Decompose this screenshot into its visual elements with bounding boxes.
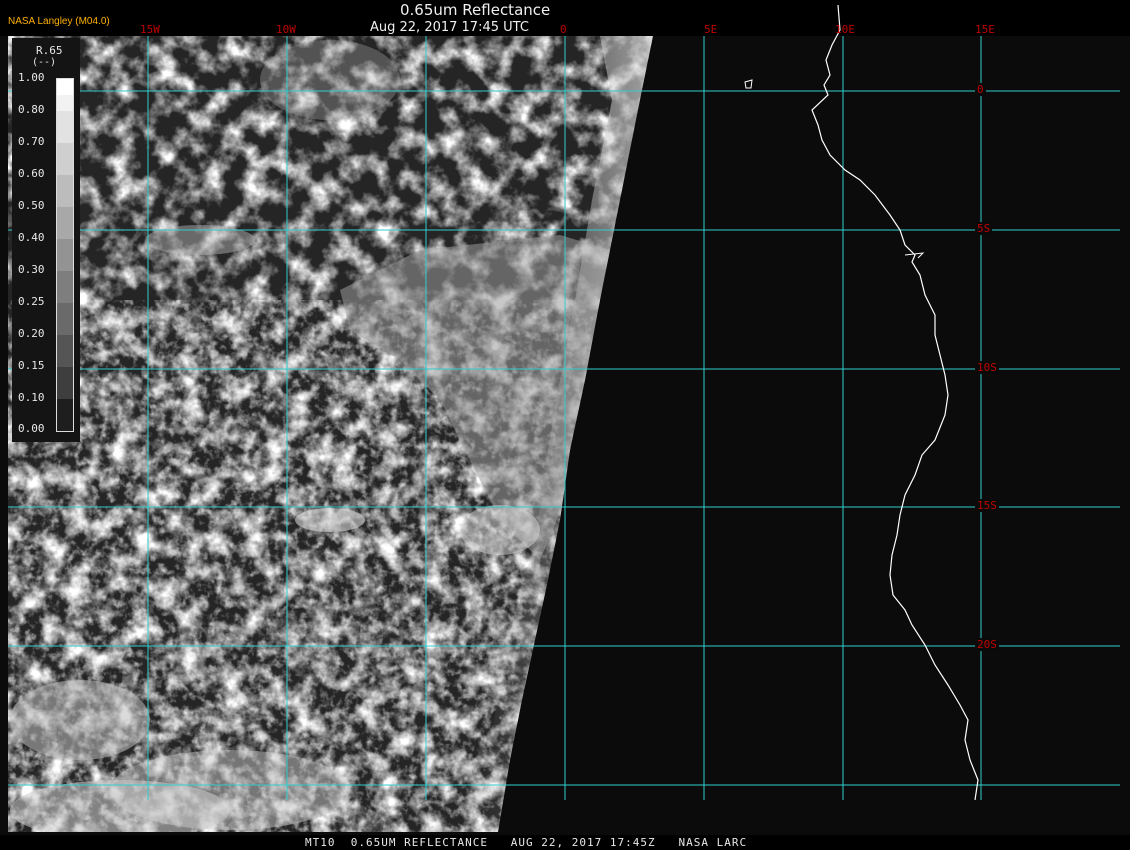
lat-label-0: 0 [975,83,986,96]
satellite-map[interactable] [0,0,1130,850]
legend-tick: 0.80 [18,103,45,116]
colorbar [56,78,74,432]
legend-tick: 0.15 [18,359,45,372]
footer-bar: MT10 0.65UM REFLECTANCE AUG 22, 2017 17:… [0,835,1130,850]
legend-tick: 1.00 [18,71,45,84]
legend-tick: 0.70 [18,135,45,148]
color-legend: R.65 (--) 1.00 0.80 0.70 0.60 0.50 0.40 … [12,38,80,442]
legend-tick: 0.10 [18,391,45,404]
legend-unit: (--) [32,57,57,68]
footer-caption: MT10 0.65UM REFLECTANCE AUG 22, 2017 17:… [305,836,748,849]
image-timestamp: Aug 22, 2017 17:45 UTC [370,20,529,35]
lon-label-10e: 10E [835,23,855,36]
lon-label-5e: 5E [704,23,718,36]
legend-tick: 0.60 [18,167,45,180]
legend-tick: 0.00 [18,422,45,435]
legend-tick: 0.40 [18,231,45,244]
lat-label-20s: 20S [975,638,999,651]
legend-tick: 0.25 [18,295,45,308]
lon-label-15e: 15E [975,23,995,36]
lon-label-0: 0 [560,23,567,36]
satellite-image-viewer: NASA Langley (M04.0) 0.65um Reflectance … [0,0,1130,850]
credit-label: NASA Langley (M04.0) [8,16,110,27]
lon-label-10w: 10W [276,23,296,36]
legend-tick: 0.30 [18,263,45,276]
legend-tick: 0.50 [18,199,45,212]
legend-tick: 0.20 [18,327,45,340]
lat-label-10s: 10S [975,361,999,374]
image-title: 0.65um Reflectance [400,1,551,19]
lat-label-15s: 15S [975,499,999,512]
legend-variable-name: R.65 [36,44,63,57]
lat-label-5s: 5S [975,222,993,235]
lon-label-15w: 15W [140,23,160,36]
